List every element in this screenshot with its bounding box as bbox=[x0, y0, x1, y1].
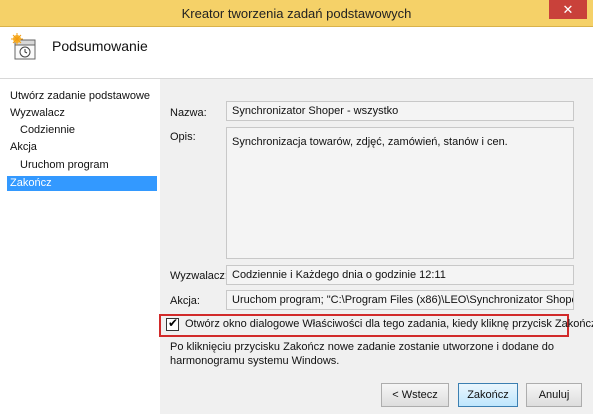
open-properties-label[interactable]: Otwórz okno dialogowe Właściwości dla te… bbox=[185, 318, 593, 330]
page-title: Podsumowanie bbox=[52, 38, 148, 54]
sidebar-item-finish[interactable]: Zakończ bbox=[7, 176, 157, 191]
wizard-steps-sidebar: Utwórz zadanie podstawowe Wyzwalacz Codz… bbox=[0, 79, 160, 414]
trigger-label: Wyzwalacz: bbox=[170, 270, 228, 282]
name-field[interactable]: Synchronizator Shoper - wszystko bbox=[226, 101, 574, 121]
task-scheduler-icon bbox=[11, 33, 36, 60]
finish-button[interactable]: Zakończ bbox=[458, 383, 518, 407]
checkmark-icon: ✔ bbox=[168, 316, 179, 330]
sidebar-item-action[interactable]: Akcja bbox=[10, 140, 37, 155]
sidebar-item-trigger[interactable]: Wyzwalacz bbox=[10, 106, 65, 121]
open-properties-checkbox[interactable]: ✔ bbox=[166, 316, 179, 331]
wizard-header: Podsumowanie bbox=[0, 27, 593, 79]
action-label: Akcja: bbox=[170, 295, 200, 307]
sidebar-item-daily[interactable]: Codziennie bbox=[20, 123, 75, 138]
description-field[interactable]: Synchronizacja towarów, zdjęć, zamówień,… bbox=[226, 127, 574, 259]
sidebar-item-start-program[interactable]: Uruchom program bbox=[20, 158, 109, 173]
action-field[interactable]: Uruchom program; "C:\Program Files (x86)… bbox=[226, 290, 574, 310]
finish-info-text: Po kliknięciu przycisku Zakończ nowe zad… bbox=[170, 341, 554, 367]
name-label: Nazwa: bbox=[170, 107, 207, 119]
close-button[interactable]: ✕ bbox=[549, 0, 587, 19]
title-bar: Kreator tworzenia zadań podstawowych ✕ bbox=[0, 0, 593, 27]
back-button[interactable]: < Wstecz bbox=[381, 383, 449, 407]
trigger-field[interactable]: Codziennie i Każdego dnia o godzinie 12:… bbox=[226, 265, 574, 285]
description-label: Opis: bbox=[170, 131, 196, 143]
window-title: Kreator tworzenia zadań podstawowych bbox=[181, 6, 412, 21]
sidebar-item-create-task[interactable]: Utwórz zadanie podstawowe bbox=[10, 89, 150, 104]
cancel-button[interactable]: Anuluj bbox=[526, 383, 582, 407]
